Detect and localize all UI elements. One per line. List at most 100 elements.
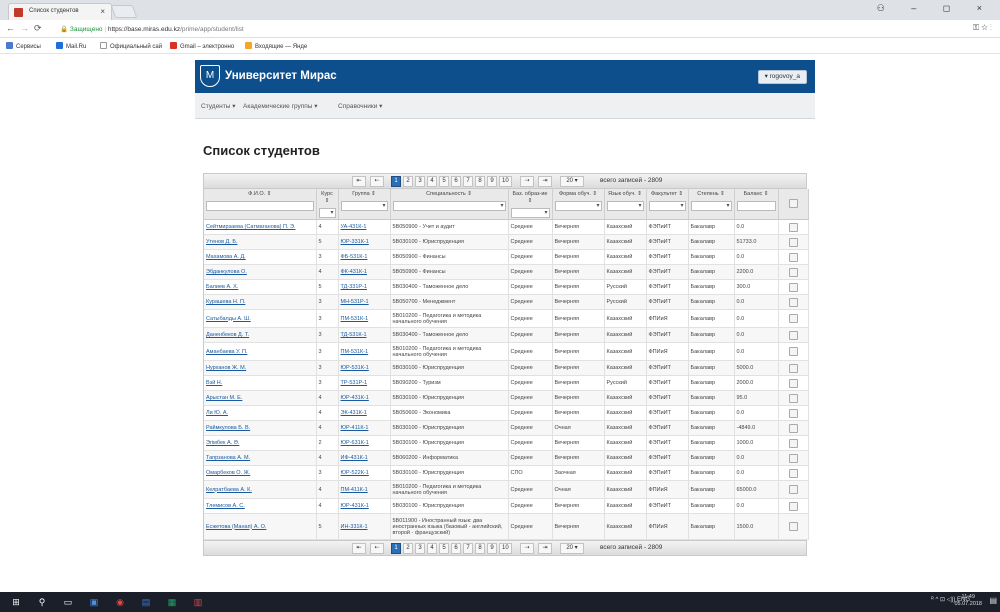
row-checkbox[interactable] — [788, 347, 798, 356]
filter-language-select[interactable] — [606, 201, 644, 211]
student-name-link[interactable]: Нурханов Ж. М. — [206, 365, 246, 371]
pager-top-next-button[interactable]: ⇢ — [520, 176, 534, 187]
filter-degree-select[interactable] — [690, 201, 732, 211]
group-link[interactable]: ТД-331Р-1 — [341, 284, 367, 290]
search-icon[interactable]: ⚲ — [36, 596, 48, 608]
pager-top-page-10[interactable]: 10 — [499, 176, 512, 187]
row-checkbox[interactable] — [788, 222, 798, 232]
col-faculty[interactable]: Факультет ⇕ — [646, 189, 689, 220]
student-name-link[interactable]: Тлемисов А. С. — [206, 503, 245, 509]
pager-top-page-8[interactable]: 8 — [475, 176, 485, 187]
student-name-link[interactable]: Эгімбек А. Ә. — [206, 440, 239, 446]
row-checkbox[interactable] — [788, 501, 798, 511]
pager-bottom-page-9[interactable]: 9 — [487, 543, 497, 554]
pager-top-page-4[interactable]: 4 — [427, 176, 437, 187]
row-checkbox[interactable] — [788, 453, 798, 463]
clock[interactable]: 11:49 05.07.2018 — [954, 594, 982, 608]
group-link[interactable]: МН-531Р-1 — [341, 299, 369, 305]
site-title[interactable]: Университет Мирас — [225, 70, 337, 82]
filter-base-education-select[interactable] — [510, 208, 550, 218]
reload-icon[interactable]: ⟳ — [34, 23, 42, 34]
student-name-link[interactable]: Утенов Д. Б. — [206, 239, 237, 245]
student-name-link[interactable]: Арыстан М. Е. — [206, 395, 242, 401]
student-name-link[interactable]: Курашева Н. П. — [206, 299, 245, 305]
student-name-link[interactable]: Взй Н. — [206, 380, 222, 386]
row-checkbox[interactable] — [788, 393, 798, 403]
pager-bottom-per-page-select[interactable]: 20 ▾ — [560, 543, 584, 554]
col-base-education[interactable]: Баз. образ-ие ⇕ — [508, 189, 553, 220]
pager-top-page-7[interactable]: 7 — [463, 176, 473, 187]
group-link[interactable]: ЮР-431К-1 — [341, 395, 369, 401]
row-checkbox[interactable] — [788, 282, 798, 292]
bookmark-official[interactable]: Официальный сай — [100, 42, 162, 50]
pager-bottom-next-button[interactable]: ⇢ — [520, 543, 534, 554]
row-checkbox[interactable] — [788, 378, 798, 388]
menu-references[interactable]: Справочники ▾ — [338, 102, 382, 110]
row-checkbox[interactable] — [788, 297, 798, 307]
pager-top-page-9[interactable]: 9 — [487, 176, 497, 187]
excel-icon[interactable]: ▦ — [166, 596, 178, 608]
task-view-icon[interactable]: ▭ — [62, 596, 74, 608]
row-checkbox[interactable] — [788, 267, 798, 277]
student-name-link[interactable]: Балиев А. Х. — [206, 284, 238, 290]
row-checkbox[interactable] — [788, 408, 798, 418]
col-degree[interactable]: Степень ⇕ — [688, 189, 735, 220]
group-link[interactable]: ПМ-411К-1 — [341, 487, 368, 493]
url-field[interactable]: 🔒 Защищено | https://base.miras.edu.kz/p… — [60, 23, 920, 36]
pager-top-page-3[interactable]: 3 — [415, 176, 425, 187]
student-name-link[interactable]: Махамова А. Д. — [206, 254, 246, 260]
group-link[interactable]: ИН-331К-1 — [341, 524, 368, 530]
bookmark-yandex[interactable]: Входящие — Янде — [245, 42, 307, 50]
row-checkbox[interactable] — [788, 423, 798, 433]
group-link[interactable]: ЮР-431К-1 — [341, 503, 369, 509]
new-tab-button[interactable] — [110, 5, 138, 18]
group-link[interactable]: ТР-531Р-1 — [341, 380, 368, 386]
pager-top-page-5[interactable]: 5 — [439, 176, 449, 187]
row-checkbox[interactable] — [788, 485, 798, 494]
col-fio[interactable]: Ф.И.О. ⇕ — [204, 189, 317, 220]
word-icon[interactable]: ▤ — [140, 596, 152, 608]
forward-icon[interactable]: → — [20, 23, 29, 33]
col-language[interactable]: Язык обуч. ⇕ — [604, 189, 647, 220]
group-link[interactable]: ЮР-331К-1 — [341, 239, 369, 245]
student-name-link[interactable]: Омарбеков О. Ж. — [206, 470, 250, 476]
pager-bottom-page-10[interactable]: 10 — [499, 543, 512, 554]
group-link[interactable]: ЮР-531К-1 — [341, 365, 369, 371]
group-link[interactable]: ТД-531К-1 — [341, 332, 367, 338]
student-name-link[interactable]: Раймкулова Б. В. — [206, 425, 250, 431]
col-specialty[interactable]: Специальность ⇕ — [390, 189, 509, 220]
bookmark-mailru[interactable]: Mail.Ru — [56, 42, 86, 50]
group-link[interactable]: ЮР-411К-1 — [341, 425, 369, 431]
pager-bottom-prev-button[interactable]: ⇠ — [370, 543, 384, 554]
student-name-link[interactable]: Есжетова (Манап) А. О. — [206, 524, 266, 530]
row-checkbox[interactable] — [788, 363, 798, 373]
back-icon[interactable]: ← — [6, 23, 15, 33]
user-menu-button[interactable]: ▾ rogovoy_a — [757, 70, 807, 84]
pager-top-page-6[interactable]: 6 — [451, 176, 461, 187]
pager-top-first-button[interactable]: ⇤ — [352, 176, 366, 187]
pager-top-last-button[interactable]: ⇥ — [538, 176, 552, 187]
filter-fio-input[interactable] — [206, 201, 314, 211]
student-name-link[interactable]: Сатыбалды А. Ш. — [206, 316, 251, 322]
chrome-icon[interactable]: ◉ — [114, 596, 126, 608]
student-name-link[interactable]: Сейтмирзаева (Сатмаганова) П. Э. — [206, 224, 296, 230]
row-checkbox[interactable] — [788, 252, 798, 262]
group-link[interactable]: ФБ-531К-1 — [341, 254, 368, 260]
pager-bottom-page-8[interactable]: 8 — [475, 543, 485, 554]
app-icon[interactable]: ▥ — [192, 596, 204, 608]
pager-bottom-page-1[interactable]: 1 — [391, 543, 401, 554]
bookmark-star-icon[interactable]: ⚿ ☆ ⋮ — [973, 23, 992, 33]
row-checkbox[interactable] — [788, 237, 798, 247]
pager-bottom-page-4[interactable]: 4 — [427, 543, 437, 554]
menu-students[interactable]: Студенты ▾ — [201, 102, 236, 110]
bookmark-gmail[interactable]: Gmail – электронно — [170, 42, 234, 50]
pager-bottom-page-2[interactable]: 2 — [403, 543, 413, 554]
pager-bottom-last-button[interactable]: ⇥ — [538, 543, 552, 554]
windows-start-icon[interactable]: ⊞ — [10, 596, 22, 608]
group-link[interactable]: ИФ-431К-1 — [341, 455, 368, 461]
col-group[interactable]: Группа ⇕ — [338, 189, 391, 220]
notifications-icon[interactable]: ▤ — [989, 596, 997, 605]
col-balance[interactable]: Баланс ⇕ — [734, 189, 779, 220]
menu-academic-groups[interactable]: Академические группы ▾ — [243, 102, 318, 110]
bookmark-services[interactable]: Сервисы — [6, 42, 41, 50]
